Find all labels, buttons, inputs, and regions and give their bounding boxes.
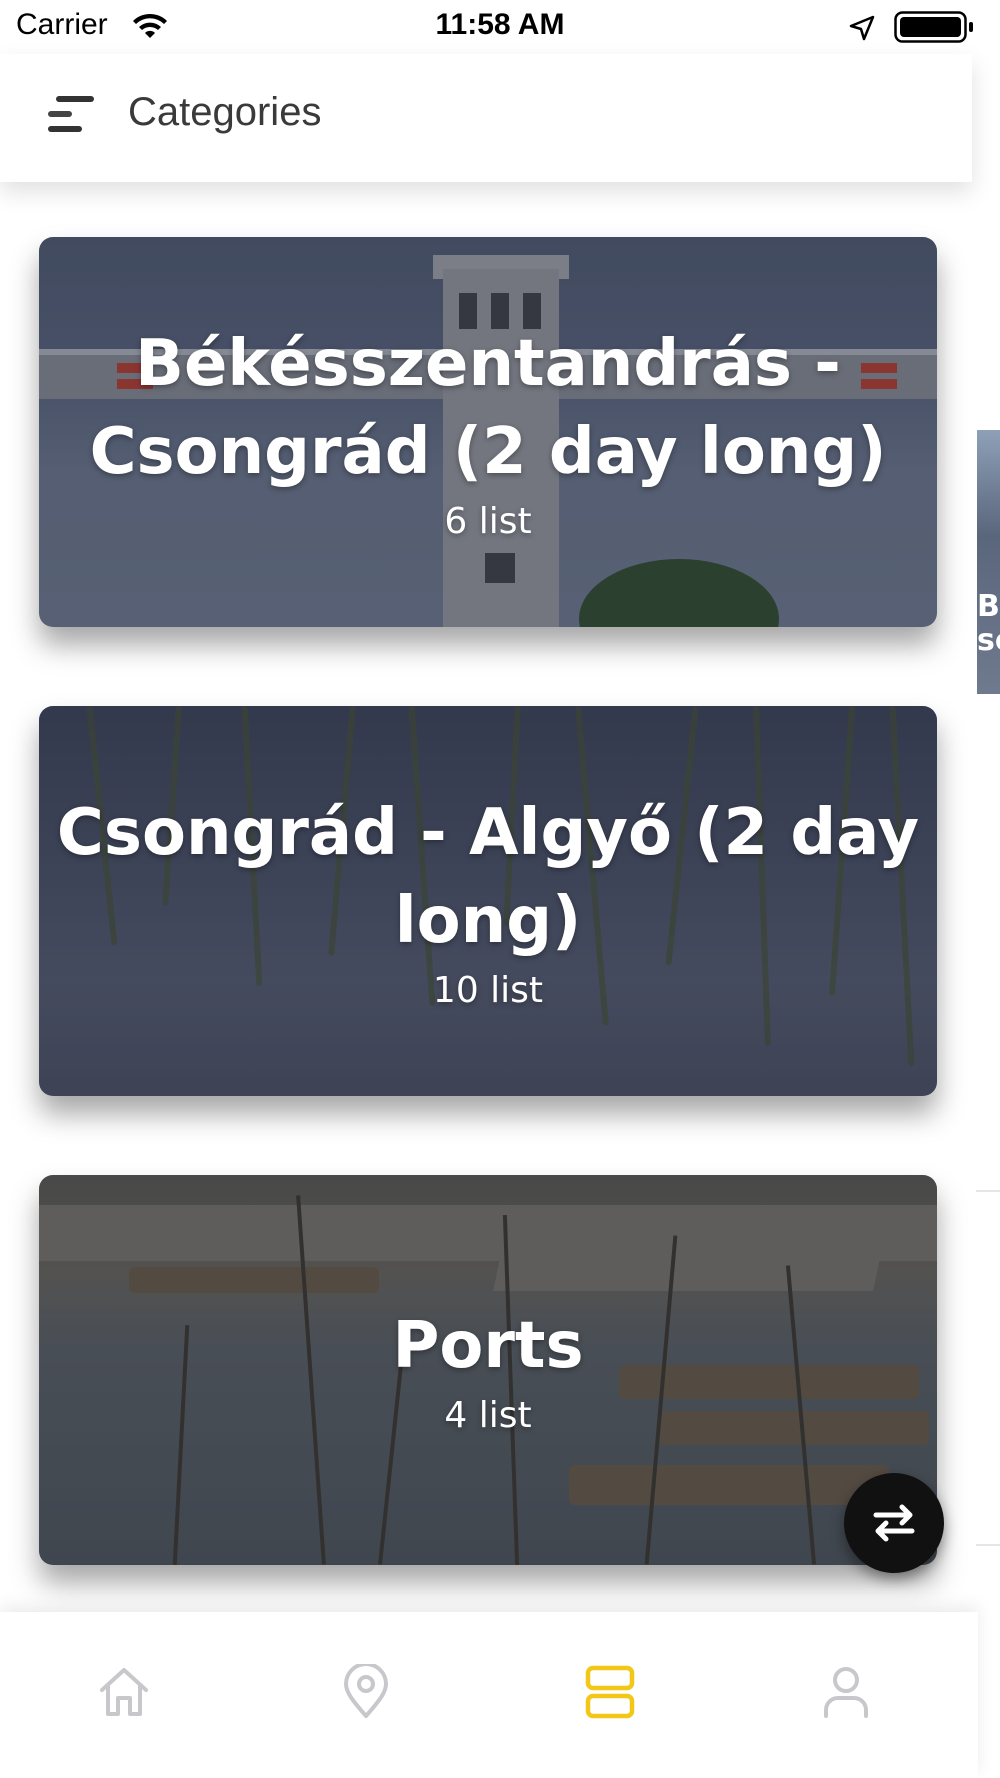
- profile-icon: [824, 1667, 868, 1718]
- screen: Carrier 11:58 AM Categories Békésszentan…: [0, 0, 1000, 1778]
- battery-icon: [894, 11, 973, 43]
- divider: [976, 1544, 1000, 1546]
- home-icon: [100, 1668, 148, 1716]
- side-peek-card[interactable]: Be sc: [977, 430, 1000, 694]
- nav-home[interactable]: [84, 1652, 164, 1732]
- category-title: Békésszentandrás - Csongrád (2 day long): [89, 327, 887, 489]
- nav-categories[interactable]: [570, 1652, 650, 1732]
- category-card[interactable]: Ports 4 list: [39, 1175, 937, 1565]
- category-list: Békésszentandrás - Csongrád (2 day long)…: [0, 182, 1000, 1622]
- swap-arrows-icon: [873, 1504, 915, 1542]
- category-count: 4 list: [444, 1395, 532, 1436]
- category-title: Csongrád - Algyő (2 day long): [56, 796, 920, 958]
- status-bar: Carrier 11:58 AM: [0, 0, 1000, 54]
- app-header: Categories: [0, 54, 972, 182]
- category-count: 6 list: [444, 501, 532, 542]
- nav-profile[interactable]: [806, 1652, 886, 1732]
- swap-button[interactable]: [844, 1473, 944, 1573]
- divider: [976, 1190, 1000, 1192]
- nav-map[interactable]: [326, 1652, 406, 1732]
- menu-button[interactable]: [44, 90, 96, 138]
- category-card[interactable]: Csongrád - Algyő (2 day long) 10 list: [39, 706, 937, 1096]
- bottom-nav: [0, 1612, 978, 1778]
- page-title: Categories: [128, 90, 322, 134]
- side-peek-text: sc: [977, 623, 1000, 658]
- location-arrow-icon: [849, 15, 875, 41]
- map-pin-icon: [344, 1662, 388, 1718]
- category-title: Ports: [392, 1309, 584, 1383]
- categories-icon: [585, 1665, 635, 1719]
- side-peek-text: Be: [977, 589, 1000, 624]
- category-count: 10 list: [432, 970, 544, 1011]
- category-card[interactable]: Békésszentandrás - Csongrád (2 day long)…: [39, 237, 937, 627]
